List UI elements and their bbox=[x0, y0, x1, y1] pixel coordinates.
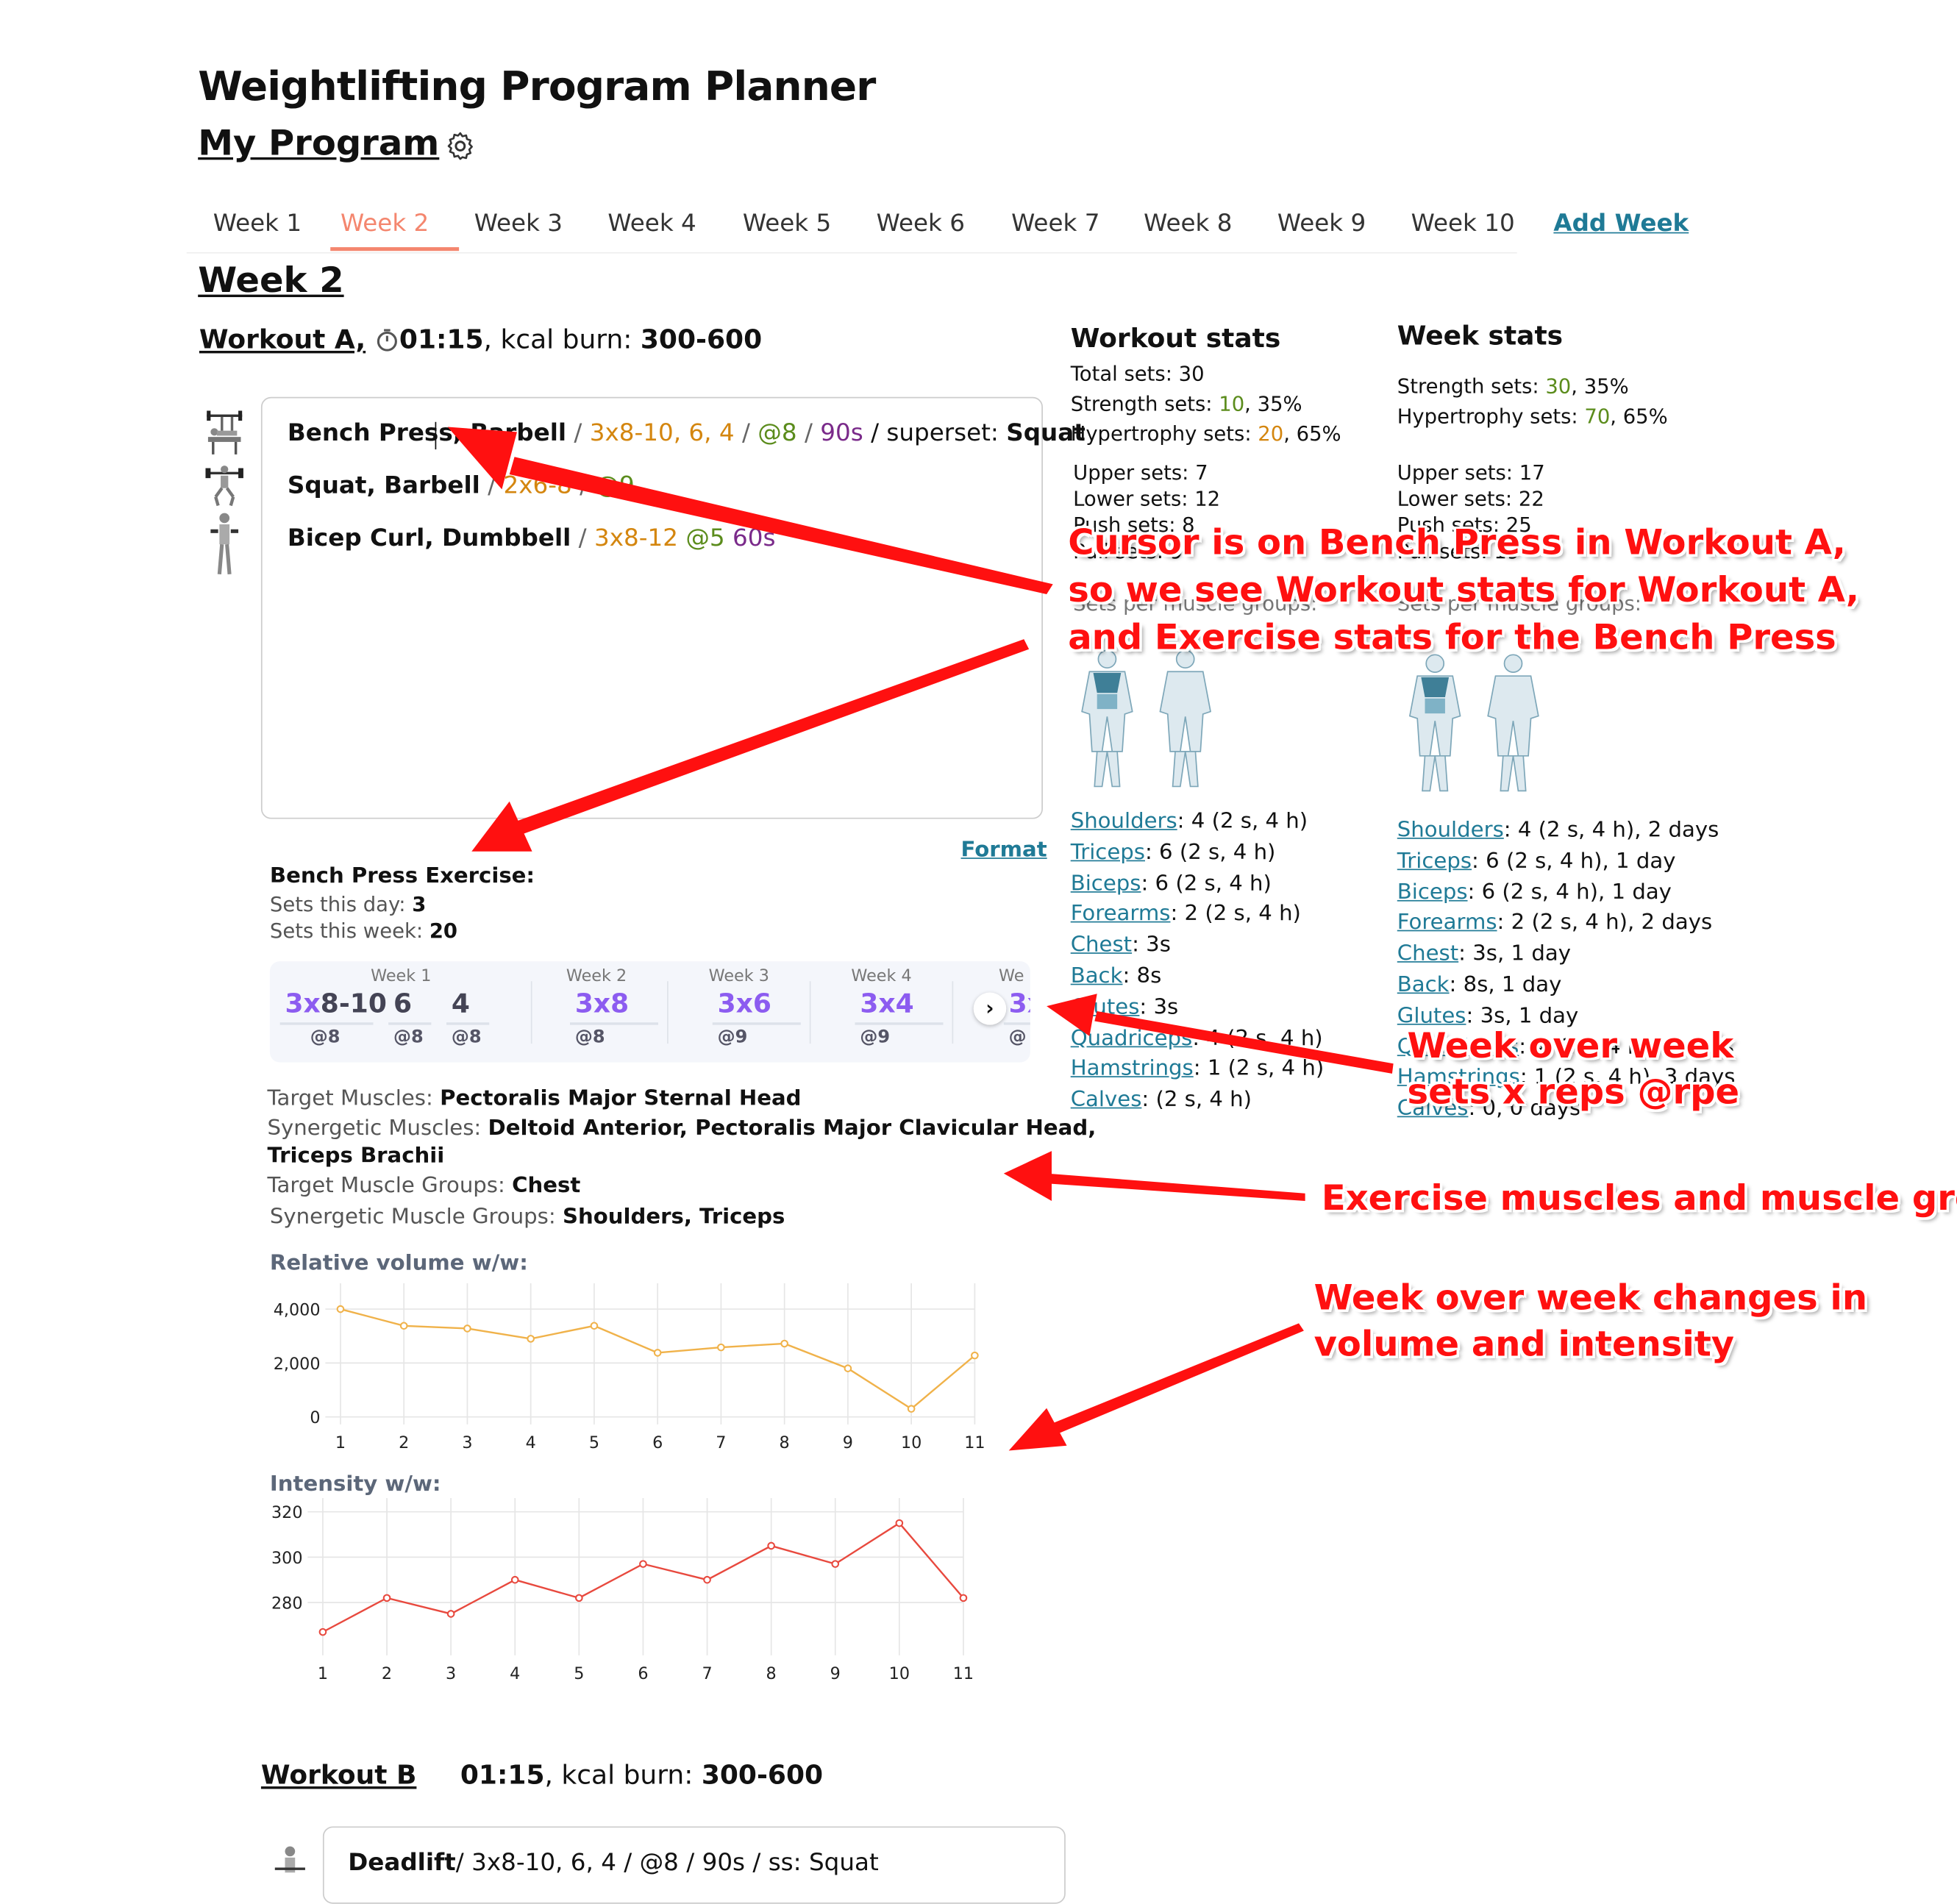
annotation-cursor-3: and Exercise stats for the Bench Press bbox=[1068, 616, 1836, 658]
annotation-cursor-2: so we see Workout stats for Workout A, bbox=[1068, 569, 1860, 611]
annotation-changes-2: volume and intensity bbox=[1313, 1323, 1735, 1365]
annotation-arrows bbox=[447, 427, 1394, 1451]
annotation-muscles: Exercise muscles and muscle groups bbox=[1321, 1177, 1957, 1219]
annotation-cursor-1: Cursor is on Bench Press in Workout A, bbox=[1068, 521, 1846, 563]
annotation-wow-1: Week over week bbox=[1407, 1024, 1734, 1066]
annotation-wow-2: sets x reps @rpe bbox=[1407, 1071, 1740, 1113]
annotation-changes-1: Week over week changes in bbox=[1313, 1277, 1868, 1319]
